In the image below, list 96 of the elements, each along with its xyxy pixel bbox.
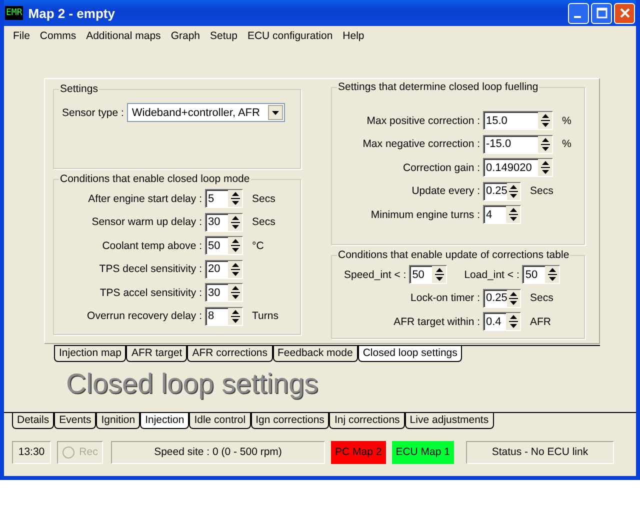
spinner-arrows-icon	[434, 268, 444, 282]
menu-item[interactable]: Comms	[34, 30, 82, 42]
field-label: AFR target within :	[392, 316, 480, 328]
spinner-arrows-icon	[230, 262, 240, 276]
spinner-arrows-icon	[230, 216, 240, 229]
field-label: Lock-on timer :	[410, 292, 480, 304]
menu-item[interactable]: ECU configuration	[242, 30, 338, 42]
minimize-button[interactable]	[568, 2, 589, 24]
dropdown-arrow-icon	[272, 110, 279, 114]
field-label: After engine start delay :	[87, 192, 202, 205]
spinner-arrows-icon	[540, 138, 550, 151]
group-title: Conditions that enable update of corrections table	[337, 249, 570, 261]
menu-item[interactable]: Graph	[166, 30, 205, 42]
spin-field[interactable]: 30	[205, 283, 243, 302]
field-label: Max positive correction :	[366, 114, 480, 127]
sensor-type-dropdown[interactable]: Wideband+controller, AFR	[126, 103, 285, 122]
tab[interactable]: Injection map	[54, 346, 126, 362]
spinner-arrows-icon	[230, 286, 240, 300]
spin-field[interactable]: 50	[409, 265, 448, 284]
speed-site-panel: Speed site : 0 (0 - 500 rpm)	[111, 440, 325, 464]
spinner-arrows-icon	[508, 208, 518, 222]
spin-field[interactable]: 50	[205, 236, 243, 256]
spin-field[interactable]: 30	[205, 212, 243, 232]
map-indicator: ECU Map 1	[392, 440, 454, 464]
spinner-arrows-icon	[230, 239, 240, 252]
tab[interactable]: Details	[12, 413, 54, 429]
time-panel: 13:30	[12, 440, 51, 464]
field-label: Overrun recovery delay :	[86, 310, 202, 322]
unit-label: AFR	[530, 316, 551, 328]
spin-field[interactable]: 0.25	[483, 288, 521, 308]
tab[interactable]: Inj corrections	[329, 413, 405, 429]
field-label: Speed_int < :	[344, 268, 406, 281]
unit-label: %	[562, 138, 572, 150]
radio-icon	[62, 446, 76, 458]
group-title: Settings that determine closed loop fuelling	[337, 81, 540, 93]
field-label: TPS accel sensitivity :	[98, 286, 202, 299]
spin-field[interactable]: 20	[205, 260, 243, 279]
menu-item[interactable]: Setup	[205, 30, 242, 42]
spin-field[interactable]: 8	[205, 306, 243, 326]
field-label: Correction gain :	[402, 162, 480, 174]
app-logo: EMR	[5, 6, 24, 20]
field-label: Sensor type :	[62, 106, 124, 118]
spin-field[interactable]: 15.0	[483, 111, 553, 130]
spinner-arrows-icon	[230, 192, 240, 206]
tab[interactable]: Idle control	[189, 413, 251, 429]
tab[interactable]: Closed loop settings	[358, 346, 462, 362]
close-button[interactable]	[614, 2, 635, 24]
unit-label: Secs	[530, 185, 554, 198]
spin-field[interactable]: 0.25	[483, 182, 521, 201]
menu-item[interactable]: Additional maps	[81, 30, 166, 42]
unit-label: Secs	[530, 292, 554, 304]
spin-field[interactable]: 0.4	[483, 312, 521, 332]
maximize-icon	[596, 7, 608, 19]
field-label: Load_int < :	[464, 268, 520, 281]
tab[interactable]: Ign corrections	[250, 413, 330, 429]
spin-field[interactable]: 5	[205, 189, 243, 208]
field-label: Minimum engine turns :	[370, 208, 480, 221]
unit-label: °C	[252, 240, 264, 252]
unit-label: Secs	[252, 216, 276, 228]
window-title: Map 2 - empty	[28, 6, 116, 20]
tab[interactable]: Events	[54, 413, 96, 429]
spinner-arrows-icon	[230, 310, 240, 323]
spin-field[interactable]: -15.0	[483, 134, 553, 154]
tab[interactable]: Feedback mode	[272, 346, 358, 362]
group-title: Conditions that enable closed loop mode	[59, 173, 251, 185]
unit-label: %	[562, 114, 572, 127]
spinner-arrows-icon	[540, 161, 550, 174]
tab[interactable]: Live adjustments	[404, 413, 494, 429]
page-heading: Closed loop settings	[66, 368, 320, 401]
spinner-arrows-icon	[508, 315, 518, 328]
minimize-icon	[574, 16, 580, 18]
spin-field[interactable]: 0.149020	[483, 158, 553, 178]
group-title: Settings	[59, 83, 99, 95]
maximize-button[interactable]	[591, 2, 612, 24]
map-indicator: PC Map 2	[331, 440, 386, 464]
tab[interactable]: AFR target	[126, 346, 188, 362]
field-label: Sensor warm up delay :	[90, 216, 202, 228]
menu-item[interactable]: File	[8, 30, 35, 42]
field-label: Max negative correction :	[362, 138, 480, 150]
field-label: Update every :	[410, 185, 480, 198]
spin-field[interactable]: 50	[522, 265, 560, 284]
menu-item[interactable]: Help	[338, 30, 370, 42]
close-icon	[618, 7, 630, 19]
spinner-arrows-icon	[540, 114, 550, 128]
spin-field[interactable]: 4	[483, 205, 521, 224]
tab[interactable]: Injection	[140, 413, 190, 429]
field-label: TPS decel sensitivity :	[98, 263, 202, 276]
tab[interactable]: AFR corrections	[187, 346, 273, 362]
spinner-arrows-icon	[509, 292, 518, 305]
status-panel: Status - No ECU link	[466, 440, 614, 464]
spinner-arrows-icon	[548, 268, 557, 282]
tab[interactable]: Ignition	[96, 413, 140, 429]
unit-label: Turns	[252, 310, 278, 322]
spinner-arrows-icon	[509, 184, 518, 198]
unit-label: Secs	[252, 192, 276, 205]
field-label: Coolant temp above :	[101, 240, 202, 252]
